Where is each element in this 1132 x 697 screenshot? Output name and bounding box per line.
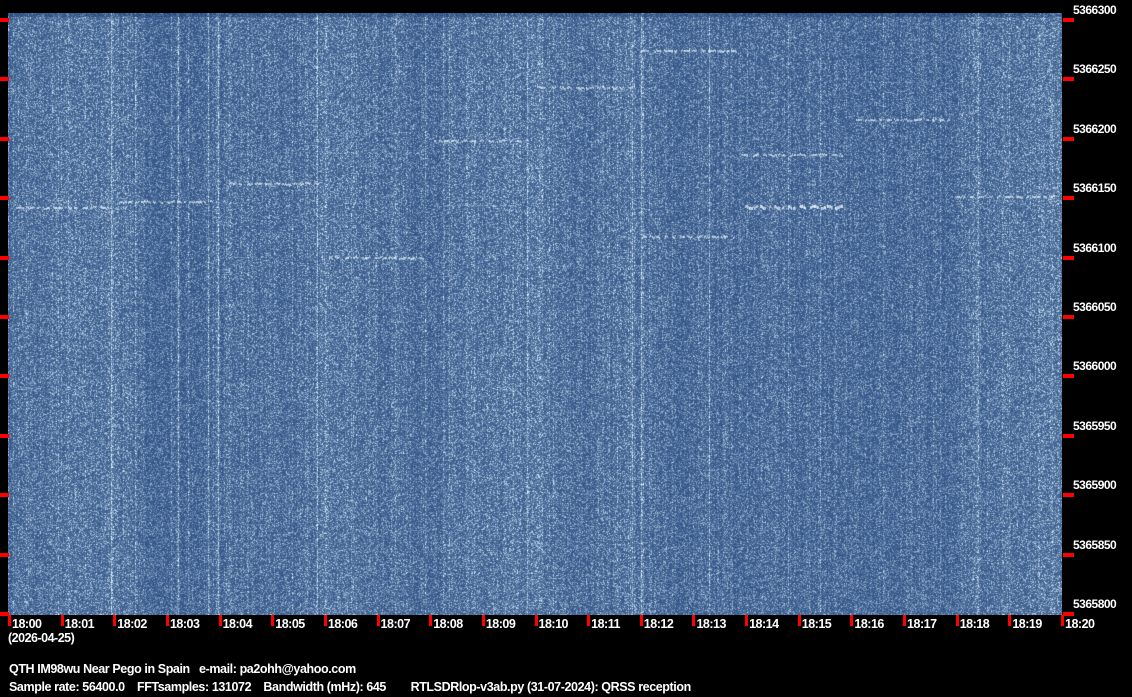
freq-tick-right	[1063, 374, 1074, 379]
time-tick	[165, 615, 169, 626]
time-tick	[271, 615, 275, 626]
time-tick	[60, 615, 64, 626]
time-label: 18:13	[696, 617, 726, 631]
time-tick	[323, 615, 327, 626]
time-label: 18:02	[117, 617, 147, 631]
time-tick	[429, 615, 433, 626]
freq-label: 5365900	[1073, 478, 1117, 493]
time-label: 18:05	[275, 617, 305, 631]
time-tick	[534, 615, 538, 626]
freq-label: 5366050	[1073, 300, 1117, 314]
freq-tick-left	[0, 493, 9, 498]
freq-tick-left	[0, 255, 9, 260]
freq-tick-left	[0, 433, 9, 438]
freq-tick-left	[0, 196, 9, 201]
time-tick	[1061, 615, 1064, 626]
time-label: 18:14	[749, 617, 779, 631]
freq-label: 5366000	[1073, 359, 1117, 374]
time-label: 18:11	[591, 617, 620, 631]
time-label: 18:06	[327, 617, 358, 631]
time-tick	[1008, 615, 1012, 626]
freq-label: 5366250	[1073, 62, 1117, 77]
freq-tick-left	[0, 552, 9, 557]
time-label: 18:07	[380, 617, 411, 631]
time-label: 18:20	[1065, 617, 1095, 631]
freq-tick-right	[1063, 315, 1074, 319]
time-tick	[587, 615, 591, 626]
time-label: 18:01	[64, 617, 95, 631]
time-tick	[376, 615, 380, 626]
time-tick	[692, 615, 696, 626]
time-tick	[639, 615, 643, 626]
time-tick	[745, 615, 749, 626]
freq-label: 5365950	[1073, 418, 1117, 433]
freq-tick-right	[1063, 136, 1074, 141]
time-label: 18:17	[907, 617, 937, 631]
spectrogram-canvas	[8, 13, 1062, 615]
freq-tick-right	[1063, 612, 1074, 616]
time-tick	[113, 615, 117, 626]
settings-info-line: Sample rate: 56400.0 FFTsamples: 131072 …	[9, 680, 691, 694]
freq-tick-left	[0, 18, 9, 22]
freq-label: 5366300	[1073, 3, 1117, 17]
freq-tick-right	[1063, 196, 1074, 201]
freq-tick-left	[0, 315, 9, 319]
freq-tick-right	[1063, 493, 1074, 498]
qrss-waterfall-window: 5366300 5366250 5366200 5366150 5366100 53660…	[0, 0, 1132, 697]
time-label: 18:15	[801, 617, 832, 631]
station-info-line: QTH IM98wu Near Pego in Spain e-mail: pa…	[9, 662, 356, 676]
freq-label: 5365800	[1073, 597, 1117, 611]
freq-label: 5365850	[1073, 537, 1117, 552]
time-label: 18:12	[643, 617, 674, 631]
freq-tick-left	[0, 136, 9, 141]
freq-tick-right	[1063, 433, 1074, 438]
freq-tick-right	[1063, 77, 1074, 82]
freq-tick-right	[1063, 18, 1074, 22]
time-tick	[903, 615, 907, 626]
freq-tick-left	[0, 77, 9, 82]
time-label: 18:09	[485, 617, 516, 631]
freq-label: 5366100	[1073, 240, 1117, 255]
time-tick	[955, 615, 959, 626]
time-label: 18:16	[854, 617, 884, 631]
time-tick	[850, 615, 854, 626]
time-label: 18:18	[959, 617, 990, 631]
freq-label: 5366200	[1073, 121, 1117, 136]
date-label: (2026-04-25)	[8, 631, 75, 645]
time-label: 18:19	[1012, 617, 1042, 631]
time-label: 18:03	[169, 617, 200, 631]
time-label: 18:10	[538, 617, 569, 631]
freq-tick-right	[1063, 552, 1074, 557]
time-tick	[8, 615, 11, 626]
freq-tick-left	[0, 374, 9, 379]
time-label: 18:00	[12, 617, 42, 631]
time-tick	[218, 615, 222, 626]
freq-tick-right	[1063, 255, 1074, 260]
time-tick	[481, 615, 485, 626]
time-label: 18:04	[222, 617, 253, 631]
time-tick	[797, 615, 801, 626]
freq-label: 5366150	[1073, 181, 1117, 196]
time-label: 18:08	[433, 617, 463, 631]
